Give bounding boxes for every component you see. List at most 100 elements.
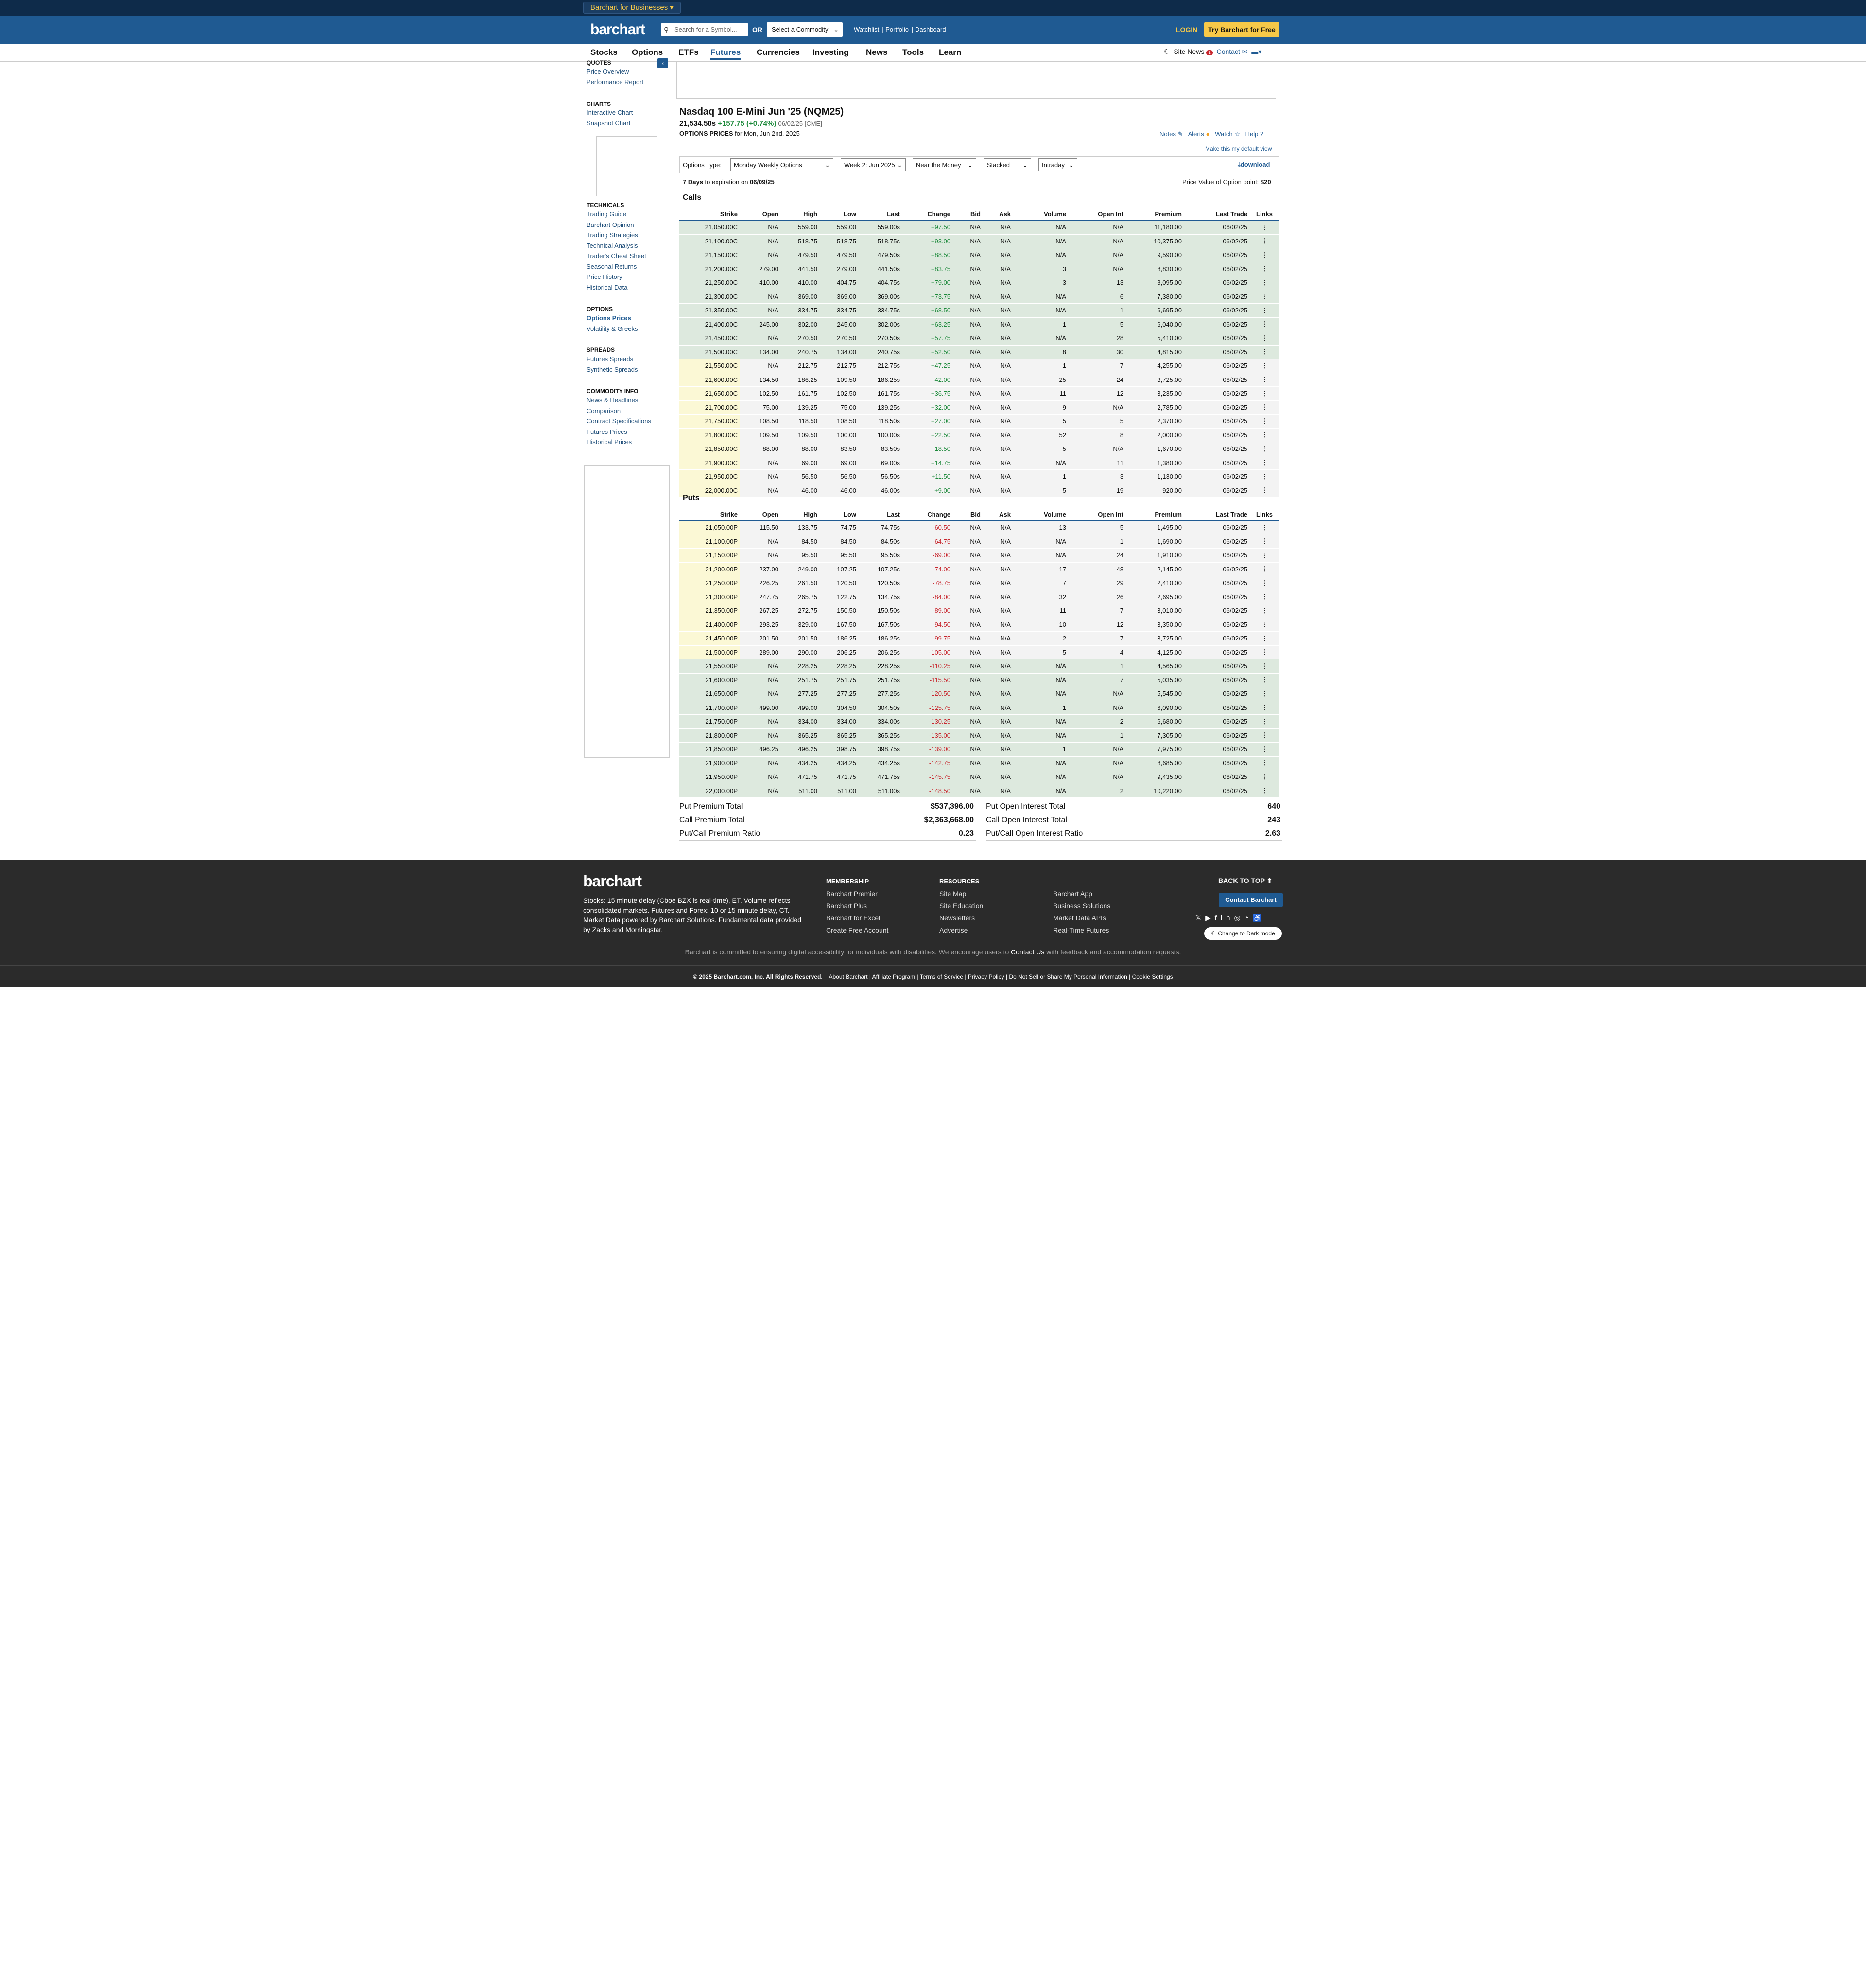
strike-link[interactable]: 21,700.00C — [679, 400, 740, 415]
more-options-icon[interactable]: ⋮ — [1249, 673, 1279, 687]
rss-icon[interactable]: ◔ — [1244, 914, 1253, 922]
more-options-icon[interactable]: ⋮ — [1249, 386, 1279, 401]
strike-link[interactable]: 21,900.00C — [679, 456, 740, 470]
column-header[interactable]: Low — [819, 208, 858, 221]
accessibility-icon[interactable]: ♿ — [1253, 914, 1266, 922]
more-options-icon[interactable]: ⋮ — [1249, 442, 1279, 456]
column-header[interactable]: Change — [902, 508, 952, 521]
footer-link-real-time-futures[interactable]: Real-Time Futures — [1053, 924, 1110, 936]
sidebar-item-futures-prices[interactable]: Futures Prices — [587, 428, 627, 435]
more-options-icon[interactable]: ⋮ — [1249, 345, 1279, 359]
legal-link-do-not-sell[interactable]: Do Not Sell or Share My Personal Informa… — [1009, 973, 1127, 980]
strike-link[interactable]: 21,050.00C — [679, 220, 740, 235]
strike-link[interactable]: 21,250.00P — [679, 576, 740, 590]
alerts-button[interactable]: Alerts — [1188, 130, 1204, 138]
collapse-sidebar-button[interactable]: ‹ — [657, 58, 668, 68]
strike-link[interactable]: 21,700.00P — [679, 701, 740, 715]
expiration-select[interactable]: Week 2: Jun 2025 ⌄ — [841, 158, 906, 171]
sidebar-item-comparison[interactable]: Comparison — [587, 407, 621, 415]
column-header[interactable]: Open Int — [1068, 208, 1125, 221]
nav-options[interactable]: Options — [632, 48, 663, 57]
strike-link[interactable]: 21,600.00C — [679, 373, 740, 387]
dark-mode-button[interactable]: ☾ Change to Dark mode — [1204, 927, 1282, 940]
legal-link-affiliate[interactable]: Affiliate Program — [872, 973, 915, 980]
sidebar-item-interactive-chart[interactable]: Interactive Chart — [587, 109, 633, 116]
sidebar-item-news-headlines[interactable]: News & Headlines — [587, 397, 638, 404]
more-options-icon[interactable]: ⋮ — [1249, 590, 1279, 604]
column-header[interactable]: Strike — [679, 508, 740, 521]
column-header[interactable]: Ask — [983, 208, 1013, 221]
nav-learn[interactable]: Learn — [939, 48, 961, 57]
sidebar-item-synthetic-spreads[interactable]: Synthetic Spreads — [587, 366, 638, 373]
strike-link[interactable]: 21,150.00P — [679, 548, 740, 563]
contact-us-link[interactable]: Contact Us — [1011, 948, 1044, 956]
linkedin-icon[interactable]: in — [1221, 914, 1234, 922]
column-header[interactable]: Volume — [1013, 508, 1068, 521]
strike-link[interactable]: 21,650.00P — [679, 687, 740, 701]
more-options-icon[interactable]: ⋮ — [1249, 520, 1279, 535]
footer-link-barchart-app[interactable]: Barchart App — [1053, 888, 1110, 900]
column-header[interactable]: Strike — [679, 208, 740, 221]
login-link[interactable]: LOGIN — [1176, 26, 1197, 34]
strike-link[interactable]: 21,650.00C — [679, 386, 740, 401]
column-header[interactable]: Last — [858, 508, 902, 521]
sidebar-item-barchart-opinion[interactable]: Barchart Opinion — [587, 221, 634, 228]
more-options-icon[interactable]: ⋮ — [1249, 428, 1279, 442]
column-header[interactable]: Change — [902, 208, 952, 221]
back-to-top-link[interactable]: BACK TO TOP ⬆ — [1218, 877, 1272, 885]
strike-link[interactable]: 21,950.00P — [679, 770, 740, 784]
more-options-icon[interactable]: ⋮ — [1249, 742, 1279, 757]
column-header[interactable]: Bid — [952, 208, 983, 221]
youtube-icon[interactable]: ▶ — [1205, 914, 1215, 922]
more-options-icon[interactable]: ⋮ — [1249, 359, 1279, 373]
sidebar-item-trading-strategies[interactable]: Trading Strategies — [587, 231, 638, 239]
sidebar-item-snapshot-chart[interactable]: Snapshot Chart — [587, 120, 630, 127]
footer-link-newsletters[interactable]: Newsletters — [939, 912, 983, 924]
column-header[interactable]: Low — [819, 508, 858, 521]
moneyness-select[interactable]: Near the Money ⌄ — [913, 158, 976, 171]
column-header[interactable]: Bid — [952, 508, 983, 521]
nav-stocks[interactable]: Stocks — [590, 48, 618, 57]
sidebar-item-volatility-greeks[interactable]: Volatility & Greeks — [587, 325, 638, 332]
legal-link-about[interactable]: About Barchart — [829, 973, 868, 980]
more-options-icon[interactable]: ⋮ — [1249, 645, 1279, 659]
nav-currencies[interactable]: Currencies — [757, 48, 800, 57]
more-options-icon[interactable]: ⋮ — [1249, 548, 1279, 563]
more-options-icon[interactable]: ⋮ — [1249, 604, 1279, 618]
strike-link[interactable]: 21,150.00C — [679, 248, 740, 262]
morningstar-link[interactable]: Morningstar — [625, 926, 661, 933]
watch-button[interactable]: Watch — [1215, 130, 1232, 138]
help-button[interactable]: Help — [1245, 130, 1259, 138]
instagram-icon[interactable]: ◎ — [1234, 914, 1244, 922]
column-header[interactable]: Premium — [1125, 508, 1184, 521]
more-options-icon[interactable]: ⋮ — [1249, 770, 1279, 784]
nav-investing[interactable]: Investing — [812, 48, 849, 57]
more-options-icon[interactable]: ⋮ — [1249, 373, 1279, 387]
footer-link-create-account[interactable]: Create Free Account — [826, 924, 888, 936]
strike-link[interactable]: 21,350.00P — [679, 604, 740, 618]
strike-link[interactable]: 21,350.00C — [679, 303, 740, 318]
contact-link[interactable]: Contact — [1217, 48, 1240, 55]
portfolio-link[interactable]: Portfolio — [885, 26, 909, 33]
column-header[interactable]: Volume — [1013, 208, 1068, 221]
sidebar-item-technical-analysis[interactable]: Technical Analysis — [587, 242, 638, 249]
more-options-icon[interactable]: ⋮ — [1249, 262, 1279, 276]
more-options-icon[interactable]: ⋮ — [1249, 631, 1279, 646]
footer-link-premier[interactable]: Barchart Premier — [826, 888, 888, 900]
strike-link[interactable]: 21,800.00P — [679, 728, 740, 743]
try-free-button[interactable]: Try Barchart for Free — [1204, 22, 1279, 37]
more-options-icon[interactable]: ⋮ — [1249, 303, 1279, 318]
strike-link[interactable]: 21,950.00C — [679, 469, 740, 484]
strike-link[interactable]: 21,550.00P — [679, 659, 740, 674]
nav-etfs[interactable]: ETFs — [678, 48, 699, 57]
sidebar-item-trading-guide[interactable]: Trading Guide — [587, 210, 626, 218]
footer-link-excel[interactable]: Barchart for Excel — [826, 912, 888, 924]
strike-link[interactable]: 21,100.00C — [679, 234, 740, 248]
dashboard-link[interactable]: Dashboard — [915, 26, 946, 33]
footer-link-site-map[interactable]: Site Map — [939, 888, 983, 900]
more-options-icon[interactable]: ⋮ — [1249, 317, 1279, 331]
more-options-icon[interactable]: ⋮ — [1249, 535, 1279, 549]
legal-link-privacy[interactable]: Privacy Policy — [968, 973, 1004, 980]
strike-link[interactable]: 21,300.00P — [679, 590, 740, 604]
period-select[interactable]: Intraday ⌄ — [1038, 158, 1077, 171]
